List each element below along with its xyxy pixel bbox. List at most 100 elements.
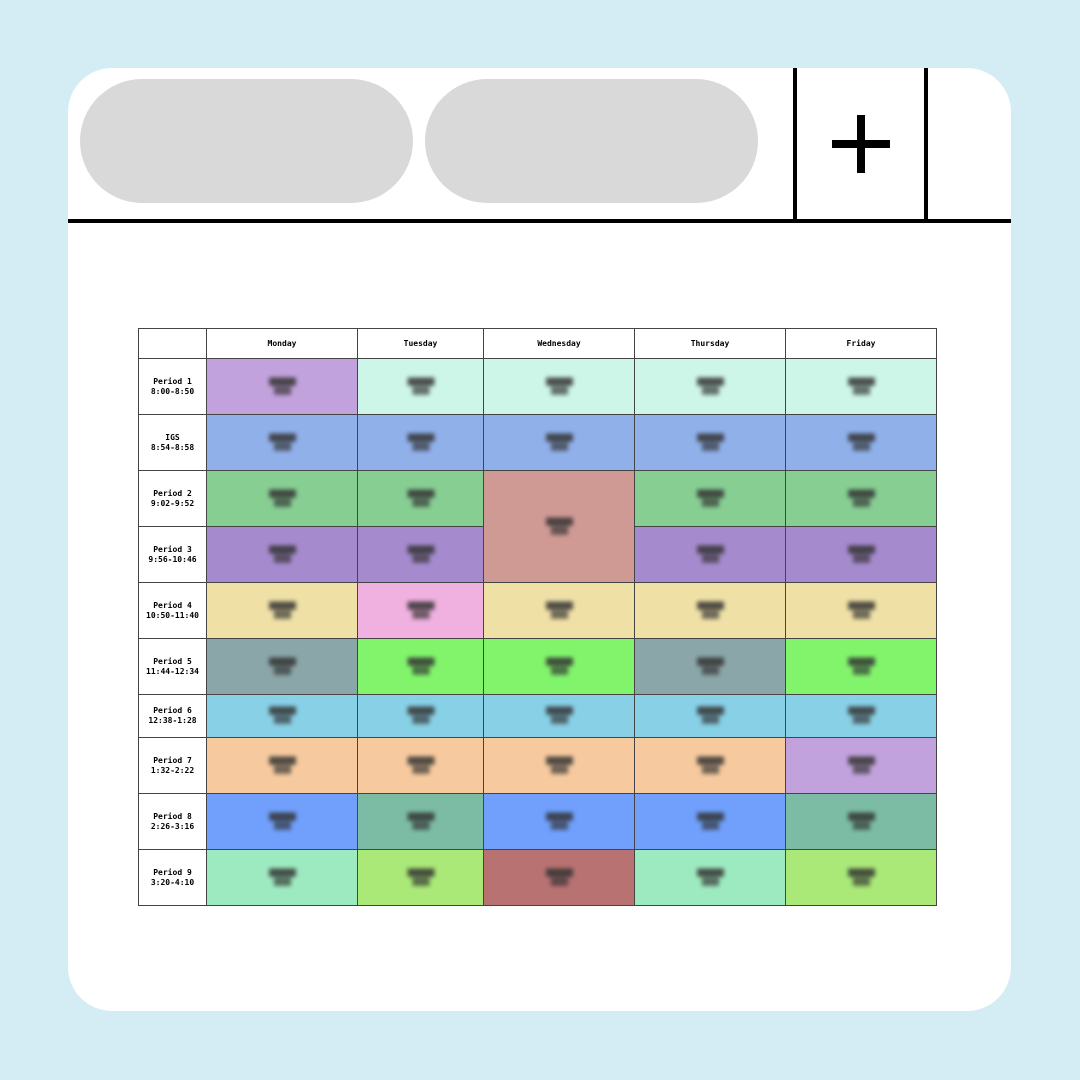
redacted-class-info: ████████ █████ <box>848 868 875 886</box>
period-label: Period 7 1:32-2:22 <box>138 737 207 794</box>
class-cell[interactable]: ████████ █████ <box>206 737 358 794</box>
redacted-class-info: ████████ █████ <box>269 433 296 451</box>
class-cell[interactable]: ████████ █████ <box>206 694 358 738</box>
class-cell[interactable]: ████████ █████ <box>785 694 937 738</box>
redacted-class-info: ████████ █████ <box>407 433 435 451</box>
class-cell[interactable]: ████████ █████ <box>785 358 937 415</box>
period-time: 3:20-4:10 <box>150 877 195 887</box>
period-time: 1:32-2:22 <box>150 765 195 775</box>
redacted-class-info: ████████ █████ <box>546 756 573 774</box>
class-cell[interactable]: ████████ █████ <box>206 582 358 639</box>
period-row: Period 7 1:32-2:22 ████████ █████ ████████ ██… <box>138 737 937 794</box>
app-window: Monday Tuesday Wednesday Thursday Friday… <box>68 68 1011 1011</box>
class-cell[interactable]: ████████ █████ <box>357 582 484 639</box>
period-time: 11:44-12:34 <box>146 666 199 676</box>
class-cell[interactable]: ████████ █████ <box>483 793 635 850</box>
class-cell[interactable]: ████████ █████ <box>785 582 937 639</box>
class-cell[interactable]: ████████ █████ <box>206 358 358 415</box>
class-cell[interactable]: ████████ █████ <box>634 849 786 906</box>
class-cell[interactable]: ████████ █████ <box>634 526 786 583</box>
class-cell[interactable]: ████████ █████ <box>785 849 937 906</box>
tab-bar <box>68 68 1011 223</box>
period-name: Period 9 <box>153 867 192 877</box>
day-header: Wednesday <box>483 328 635 359</box>
class-cell[interactable]: ████████ █████ <box>634 638 786 695</box>
redacted-class-info: ████████ █████ <box>848 707 875 724</box>
period-label: Period 6 12:38-1:28 <box>138 694 207 738</box>
period-name: Period 8 <box>153 811 192 821</box>
class-cell[interactable]: ████████ █████ <box>206 638 358 695</box>
class-cell[interactable]: ████████ █████ <box>483 638 635 695</box>
class-cell[interactable]: ████████ █████ <box>206 849 358 906</box>
class-cell[interactable]: ████████ █████ <box>206 793 358 850</box>
timetable-header-row: Monday Tuesday Wednesday Thursday Friday <box>138 328 937 359</box>
class-cell[interactable]: ████████ █████ <box>206 414 358 471</box>
corner-cell <box>138 328 207 359</box>
class-cell[interactable]: ████████ █████ <box>483 849 635 906</box>
period-label: Period 2 9:02-9:52 <box>138 470 207 527</box>
period-name: Period 3 <box>153 544 192 554</box>
class-cell[interactable]: ████████ █████ <box>785 793 937 850</box>
plus-icon <box>831 114 890 173</box>
class-cell[interactable]: ████████ █████ <box>785 414 937 471</box>
class-cell[interactable]: ████████ █████ <box>634 358 786 415</box>
class-cell[interactable]: ████████ █████ <box>206 470 358 527</box>
redacted-class-info: ████████ █████ <box>546 517 573 535</box>
redacted-class-info: ████████ █████ <box>848 433 875 451</box>
add-tab-button[interactable] <box>797 68 924 219</box>
class-cell[interactable]: ████████ █████ <box>634 694 786 738</box>
class-cell[interactable]: ████████ █████ <box>357 414 484 471</box>
redacted-class-info: ████████ █████ <box>546 377 573 395</box>
redacted-class-info: ████████ █████ <box>269 601 296 619</box>
class-cell[interactable]: ████████ █████ <box>634 582 786 639</box>
period-row: Period 2 9:02-9:52 ████████ █████ ████████ ██… <box>138 470 937 583</box>
period-label: Period 1 8:00-8:50 <box>138 358 207 415</box>
redacted-class-info: ████████ █████ <box>407 657 435 675</box>
class-cell[interactable]: ████████ █████ <box>357 849 484 906</box>
period-label: IGS 8:54-8:58 <box>138 414 207 471</box>
class-cell[interactable]: ████████ █████ <box>357 470 484 527</box>
redacted-class-info: ████████ █████ <box>697 812 724 830</box>
redacted-class-info: ████████ █████ <box>697 707 724 724</box>
class-cell[interactable]: ████████ █████ <box>785 737 937 794</box>
class-cell[interactable]: ████████ █████ <box>634 793 786 850</box>
class-cell[interactable]: ████████ █████ <box>357 793 484 850</box>
class-cell[interactable]: ████████ █████ <box>483 694 635 738</box>
period-name: Period 5 <box>153 656 192 666</box>
tab-1[interactable] <box>80 79 413 203</box>
class-cell[interactable]: ████████ █████ <box>634 737 786 794</box>
class-cell[interactable]: ████████ █████ <box>785 470 937 527</box>
redacted-class-info: ████████ █████ <box>848 601 875 619</box>
class-cell[interactable]: ████████ █████ <box>357 694 484 738</box>
class-cell[interactable]: ████████ █████ <box>483 737 635 794</box>
class-cell[interactable]: ████████ █████ <box>357 526 484 583</box>
redacted-class-info: ████████ █████ <box>546 812 573 830</box>
period-name: Period 7 <box>153 755 192 765</box>
class-cell[interactable]: ████████ █████ <box>483 358 635 415</box>
class-cell[interactable]: ████████ █████ <box>357 737 484 794</box>
period-time: 12:38-1:28 <box>148 716 197 725</box>
class-cell[interactable]: ████████ █████ <box>634 414 786 471</box>
tab-bar-divider <box>924 68 928 219</box>
day-header: Tuesday <box>357 328 484 359</box>
period-row: Period 6 12:38-1:28 ████████ █████ ████████ █… <box>138 694 937 738</box>
class-cell[interactable]: ████████ █████ <box>785 638 937 695</box>
redacted-class-info: ████████ █████ <box>697 868 724 886</box>
tab-2[interactable] <box>425 79 758 203</box>
class-cell[interactable]: ████████ █████ <box>483 470 635 583</box>
redacted-class-info: ████████ █████ <box>269 868 296 886</box>
class-cell[interactable]: ████████ █████ <box>483 582 635 639</box>
period-row: Period 9 3:20-4:10 ████████ █████ ████████ ██… <box>138 849 937 906</box>
class-cell[interactable]: ████████ █████ <box>483 414 635 471</box>
redacted-class-info: ████████ █████ <box>546 601 573 619</box>
class-cell[interactable]: ████████ █████ <box>357 638 484 695</box>
period-time: 8:54-8:58 <box>150 442 195 452</box>
day-header: Thursday <box>634 328 786 359</box>
class-cell[interactable]: ████████ █████ <box>634 470 786 527</box>
class-cell[interactable]: ████████ █████ <box>785 526 937 583</box>
class-cell[interactable]: ████████ █████ <box>357 358 484 415</box>
redacted-class-info: ████████ █████ <box>546 657 573 675</box>
redacted-class-info: ████████ █████ <box>407 489 435 507</box>
redacted-class-info: ████████ █████ <box>407 377 435 395</box>
class-cell[interactable]: ████████ █████ <box>206 526 358 583</box>
